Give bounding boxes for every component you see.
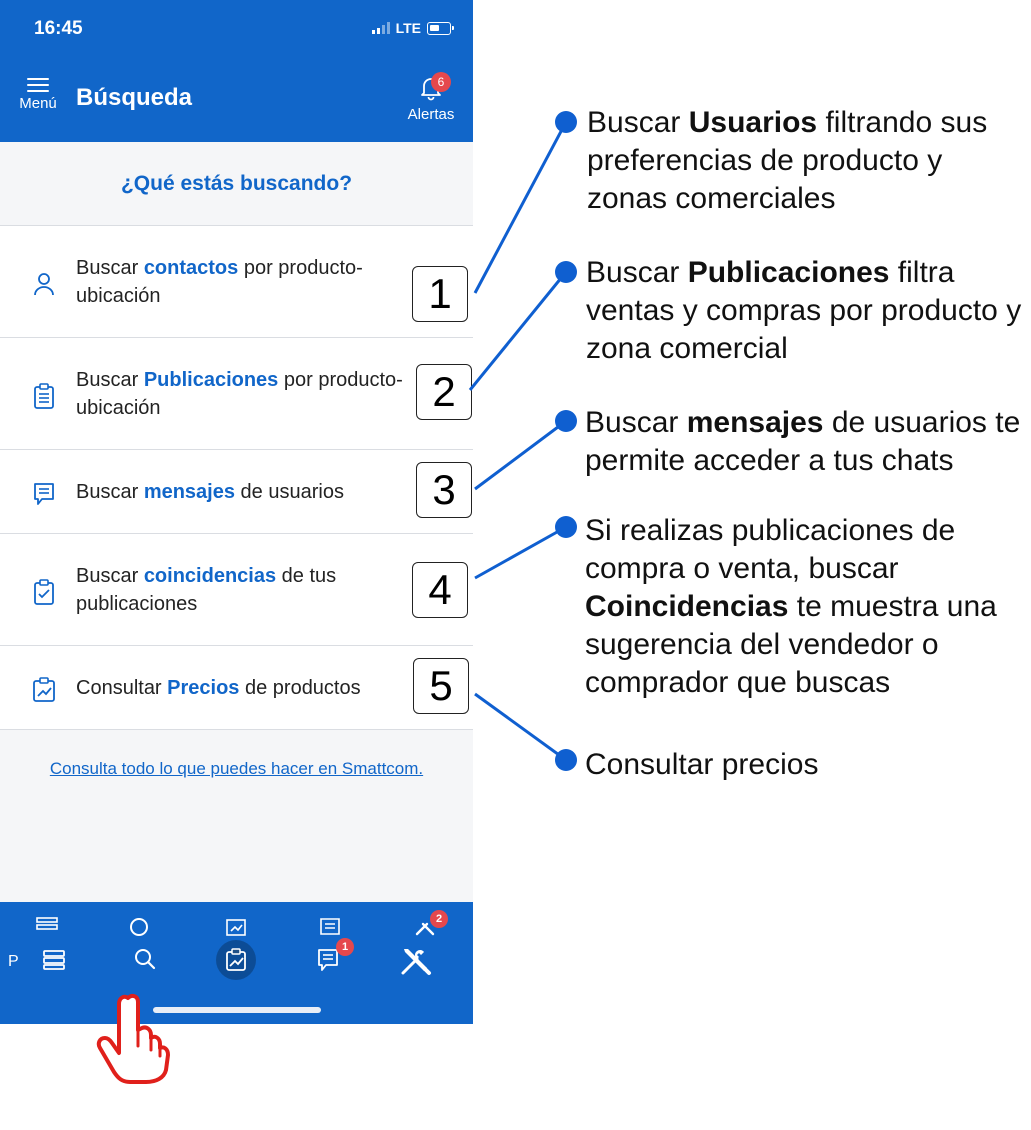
battery-icon: [427, 21, 454, 35]
connector-line-3: [474, 419, 567, 491]
menu-label: Menú: [19, 95, 57, 112]
price-chart-icon: [224, 914, 248, 936]
status-bar: 16:45 LTE: [0, 0, 473, 62]
search-option-label: Buscar Publicaciones por producto-ubicac…: [76, 369, 403, 419]
annotation-messages: Buscar mensajes de usuarios te permite a…: [585, 406, 1021, 477]
step-number-1: 1: [412, 266, 468, 322]
clipboard-list-icon: [30, 382, 58, 410]
page-title: Búsqueda: [76, 84, 193, 111]
messages-badge: 1: [336, 938, 354, 956]
user-icon: [30, 270, 58, 298]
step-number-3: 3: [416, 462, 472, 518]
home-indicator: [153, 1007, 321, 1013]
tab-tools[interactable]: [395, 940, 435, 980]
network-label: LTE: [395, 20, 421, 36]
clipboard-check-icon: [30, 578, 58, 606]
menu-button[interactable]: Menú: [16, 76, 60, 112]
annotation-matches: Si realizas publicaciones de compra o ve…: [585, 514, 997, 699]
step-number-2: 2: [416, 364, 472, 420]
search-option-messages[interactable]: Buscar mensajes de usuarios 3: [0, 450, 473, 534]
phone-screen: 16:45 LTE Menú Búsqueda 6 Alertas ¿Qué e…: [0, 0, 473, 1024]
callout-dot-4: [555, 516, 577, 538]
tab-partial-letter: P: [8, 953, 19, 970]
alerts-badge: 6: [431, 72, 451, 92]
tab-stack[interactable]: [34, 940, 74, 980]
hamburger-icon: [27, 76, 49, 92]
search-icon: [128, 914, 152, 936]
callout-dot-3: [555, 410, 577, 432]
search-option-publications[interactable]: Buscar Publicaciones por producto-ubicac…: [0, 338, 473, 450]
search-question: ¿Qué estás buscando?: [0, 142, 473, 226]
search-option-label: Buscar contactos por producto-ubicación: [76, 257, 363, 307]
callout-dot-5: [555, 749, 577, 771]
callout-dot-2: [555, 261, 577, 283]
search-option-prices[interactable]: Consultar Precios de productos 5: [0, 646, 473, 730]
alerts-label: Alertas: [407, 106, 455, 123]
message-icon: [30, 480, 58, 508]
alerts-button[interactable]: 6 Alertas: [403, 72, 459, 123]
tab-prices[interactable]: [216, 940, 256, 980]
price-chart-icon: [30, 676, 58, 704]
annotation-prices: Consultar precios: [585, 748, 819, 781]
connector-line-1: [473, 121, 568, 294]
step-number-5: 5: [413, 658, 469, 714]
tab-search[interactable]: [125, 940, 165, 980]
tap-hand-icon: [92, 990, 172, 1086]
search-option-label: Buscar coincidencias de tus publicacione…: [76, 565, 337, 615]
tools-badge-ghost: 2: [430, 910, 448, 928]
connector-line-2: [468, 271, 568, 391]
status-indicators: LTE: [371, 20, 454, 36]
app-header: Menú Búsqueda 6 Alertas: [0, 62, 473, 142]
search-option-contacts[interactable]: Buscar contactos por producto-ubicación …: [0, 226, 473, 338]
connector-line-5: [474, 692, 567, 762]
callout-dot-1: [555, 111, 577, 133]
footer-info-link[interactable]: Consulta todo lo que puedes hacer en Sma…: [0, 754, 473, 783]
stack-icon: [35, 914, 59, 936]
signal-icon: [371, 22, 390, 34]
status-time: 16:45: [34, 18, 83, 39]
search-option-label: Buscar mensajes de usuarios: [76, 481, 344, 503]
connector-line-4: [474, 525, 567, 580]
search-option-label: Consultar Precios de productos: [76, 677, 361, 699]
bell-icon: 6: [417, 72, 451, 102]
search-option-matches[interactable]: Buscar coincidencias de tus publicacione…: [0, 534, 473, 646]
annotation-publications: Buscar Publicaciones filtra ventas y com…: [586, 256, 1022, 365]
step-number-4: 4: [412, 562, 468, 618]
annotation-users: Buscar Usuarios filtrando sus preferenci…: [587, 106, 988, 215]
search-options-list: Buscar contactos por producto-ubicación …: [0, 226, 473, 730]
message-icon: [318, 914, 342, 936]
